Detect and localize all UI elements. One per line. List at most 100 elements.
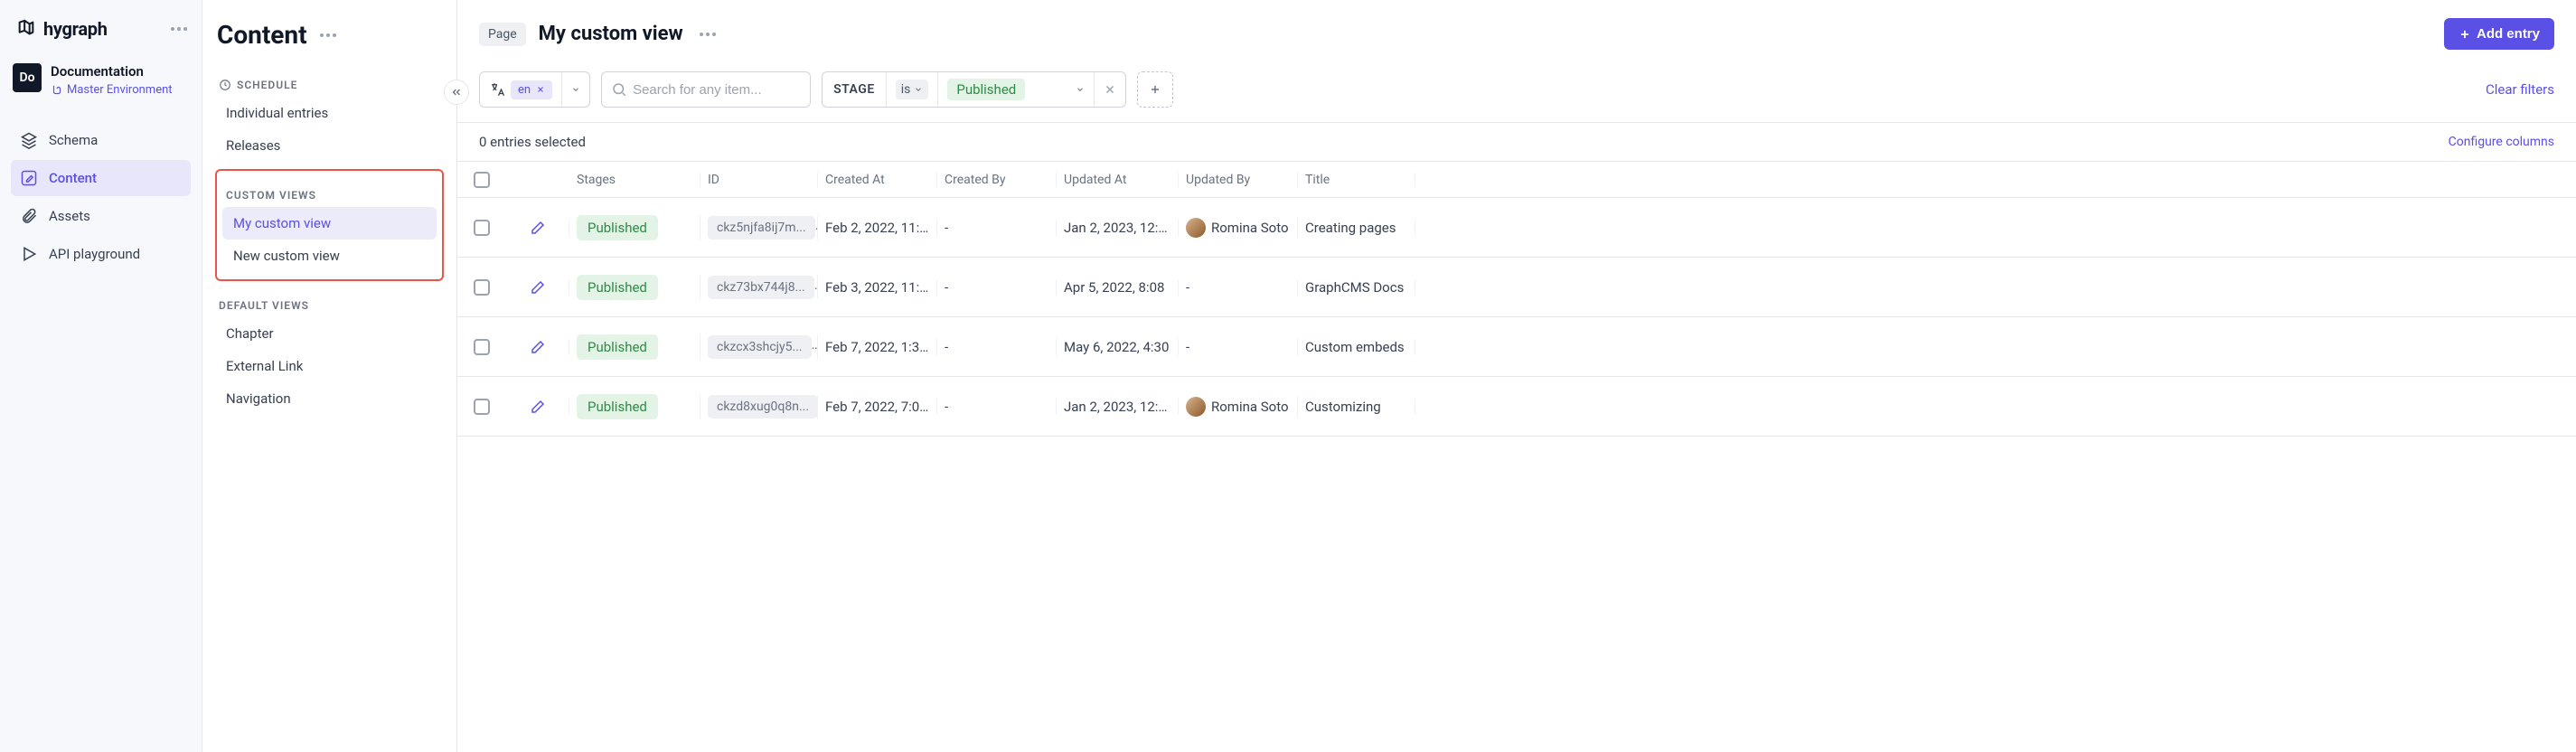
col-created-at[interactable]: Created At bbox=[818, 173, 937, 187]
chevron-down-icon bbox=[571, 85, 580, 94]
chevron-down-icon[interactable] bbox=[1076, 85, 1085, 94]
chevron-down-icon bbox=[914, 85, 923, 94]
layers-icon bbox=[20, 131, 38, 149]
stage-value-chip[interactable]: Published bbox=[947, 79, 1025, 100]
language-filter[interactable]: en bbox=[479, 71, 590, 108]
id-chip[interactable]: ckz73bx744j8... bbox=[708, 276, 814, 299]
default-views-label: DEFAULT VIEWS bbox=[215, 294, 444, 317]
custom-views-label: CUSTOM VIEWS bbox=[222, 183, 437, 207]
custom-views-highlight: CUSTOM VIEWS My custom view New custom v… bbox=[215, 169, 444, 281]
nav-schema-label: Schema bbox=[49, 132, 98, 148]
add-entry-button[interactable]: Add entry bbox=[2444, 18, 2554, 50]
stage-op-chip[interactable]: is bbox=[896, 80, 929, 99]
chevrons-left-icon bbox=[450, 86, 463, 99]
sidebar-item-releases[interactable]: Releases bbox=[215, 129, 444, 162]
table-row[interactable]: Publishedckzcx3shcjy5...Feb 7, 2022, 1:3… bbox=[457, 317, 2576, 377]
nav-assets-label: Assets bbox=[49, 208, 90, 224]
main-header: Page My custom view Add entry bbox=[457, 0, 2576, 66]
primary-sidebar: hygraph Do Documentation Master Environm… bbox=[0, 0, 202, 752]
created-by-cell: - bbox=[937, 279, 1057, 296]
lang-dropdown[interactable] bbox=[562, 72, 589, 107]
clock-icon bbox=[219, 79, 231, 91]
view-more-icon[interactable] bbox=[696, 29, 719, 40]
sidebar-item-external-link[interactable]: External Link bbox=[215, 350, 444, 382]
sidebar-item-my-custom-view[interactable]: My custom view bbox=[222, 207, 437, 240]
remove-stage-filter[interactable] bbox=[1095, 72, 1125, 107]
clear-filters-link[interactable]: Clear filters bbox=[2486, 81, 2554, 98]
lang-chip[interactable]: en bbox=[511, 80, 552, 99]
project-row[interactable]: Do Documentation Master Environment bbox=[11, 63, 191, 97]
updated-at-cell: Apr 5, 2022, 8:08 bbox=[1057, 279, 1179, 296]
sidebar-item-chapter[interactable]: Chapter bbox=[215, 317, 444, 350]
title-cell: Custom embeds bbox=[1298, 339, 1415, 355]
plus-icon bbox=[1149, 83, 1161, 96]
updated-by-cell: Romina Soto bbox=[1179, 397, 1298, 417]
content-more-icon[interactable] bbox=[316, 30, 340, 41]
col-id[interactable]: ID bbox=[700, 173, 818, 187]
edit-square-icon bbox=[20, 169, 38, 187]
search-input[interactable] bbox=[633, 82, 786, 98]
close-icon[interactable] bbox=[536, 85, 545, 94]
row-checkbox[interactable] bbox=[474, 220, 490, 236]
brand-name: hygraph bbox=[43, 18, 108, 40]
updated-by-cell: Romina Soto bbox=[1179, 218, 1298, 238]
updated-at-cell: May 6, 2022, 4:30 bbox=[1057, 339, 1179, 355]
stage-badge: Published bbox=[577, 334, 658, 360]
search-box[interactable] bbox=[601, 71, 811, 108]
sidebar-item-individual-entries[interactable]: Individual entries bbox=[215, 97, 444, 129]
created-at-cell: Feb 2, 2022, 11:35 bbox=[818, 220, 937, 236]
nav-content[interactable]: Content bbox=[11, 160, 191, 196]
avatar bbox=[1186, 397, 1206, 417]
col-title[interactable]: Title bbox=[1298, 173, 1415, 187]
content-title: Content bbox=[217, 20, 307, 50]
view-title: My custom view bbox=[539, 23, 683, 45]
hygraph-logo-icon bbox=[16, 19, 36, 39]
nav-api-label: API playground bbox=[49, 246, 140, 262]
col-updated-at[interactable]: Updated At bbox=[1057, 173, 1179, 187]
col-created-by[interactable]: Created By bbox=[937, 173, 1057, 187]
translate-icon bbox=[489, 81, 505, 98]
collapse-sidebar-button[interactable] bbox=[444, 80, 469, 105]
row-checkbox[interactable] bbox=[474, 279, 490, 296]
table-row[interactable]: Publishedckz73bx744j8...Feb 3, 2022, 11:… bbox=[457, 258, 2576, 317]
pencil-icon[interactable] bbox=[530, 220, 546, 236]
row-checkbox[interactable] bbox=[474, 399, 490, 415]
updated-at-cell: Jan 2, 2023, 12:23 bbox=[1057, 220, 1179, 236]
table-row[interactable]: Publishedckz5njfa8ij7m...Feb 2, 2022, 11… bbox=[457, 198, 2576, 258]
col-updated-by[interactable]: Updated By bbox=[1179, 173, 1298, 187]
sidebar-item-new-custom-view[interactable]: New custom view bbox=[222, 240, 437, 272]
pencil-icon[interactable] bbox=[530, 339, 546, 355]
configure-columns-link[interactable]: Configure columns bbox=[2449, 135, 2554, 149]
avatar bbox=[1186, 218, 1206, 238]
primary-nav: Schema Content Assets API playground bbox=[11, 122, 191, 272]
id-chip[interactable]: ckz5njfa8ij7m... bbox=[708, 216, 815, 240]
play-icon bbox=[20, 245, 38, 263]
plus-icon bbox=[2458, 28, 2471, 41]
content-sidebar: Content SCHEDULE Individual entries Rele… bbox=[202, 0, 457, 752]
id-chip[interactable]: ckzd8xug0q8n... bbox=[708, 395, 818, 418]
nav-schema[interactable]: Schema bbox=[11, 122, 191, 158]
updated-at-cell: Jan 2, 2023, 12:23 bbox=[1057, 399, 1179, 415]
paperclip-icon bbox=[20, 207, 38, 225]
stage-filter[interactable]: STAGE is Published bbox=[822, 71, 1126, 108]
add-filter-button[interactable] bbox=[1137, 71, 1173, 108]
env-row[interactable]: Master Environment bbox=[51, 83, 173, 97]
created-by-cell: - bbox=[937, 220, 1057, 236]
pencil-icon[interactable] bbox=[530, 399, 546, 415]
select-all-checkbox[interactable] bbox=[474, 172, 490, 188]
id-chip[interactable]: ckzcx3shcjy5... bbox=[708, 335, 812, 359]
model-chip[interactable]: Page bbox=[479, 23, 526, 46]
brand-row: hygraph bbox=[11, 18, 191, 40]
pencil-icon[interactable] bbox=[530, 279, 546, 296]
title-cell: GraphCMS Docs bbox=[1298, 279, 1415, 296]
title-cell: Creating pages bbox=[1298, 220, 1415, 236]
nav-api-playground[interactable]: API playground bbox=[11, 236, 191, 272]
sidebar-item-navigation[interactable]: Navigation bbox=[215, 382, 444, 415]
table-row[interactable]: Publishedckzd8xug0q8n...Feb 7, 2022, 7:0… bbox=[457, 377, 2576, 437]
nav-assets[interactable]: Assets bbox=[11, 198, 191, 234]
col-stages[interactable]: Stages bbox=[569, 173, 700, 187]
row-checkbox[interactable] bbox=[474, 339, 490, 355]
search-icon bbox=[611, 81, 627, 98]
brand-menu-icon[interactable] bbox=[167, 24, 191, 34]
table-header: Stages ID Created At Created By Updated … bbox=[457, 162, 2576, 198]
